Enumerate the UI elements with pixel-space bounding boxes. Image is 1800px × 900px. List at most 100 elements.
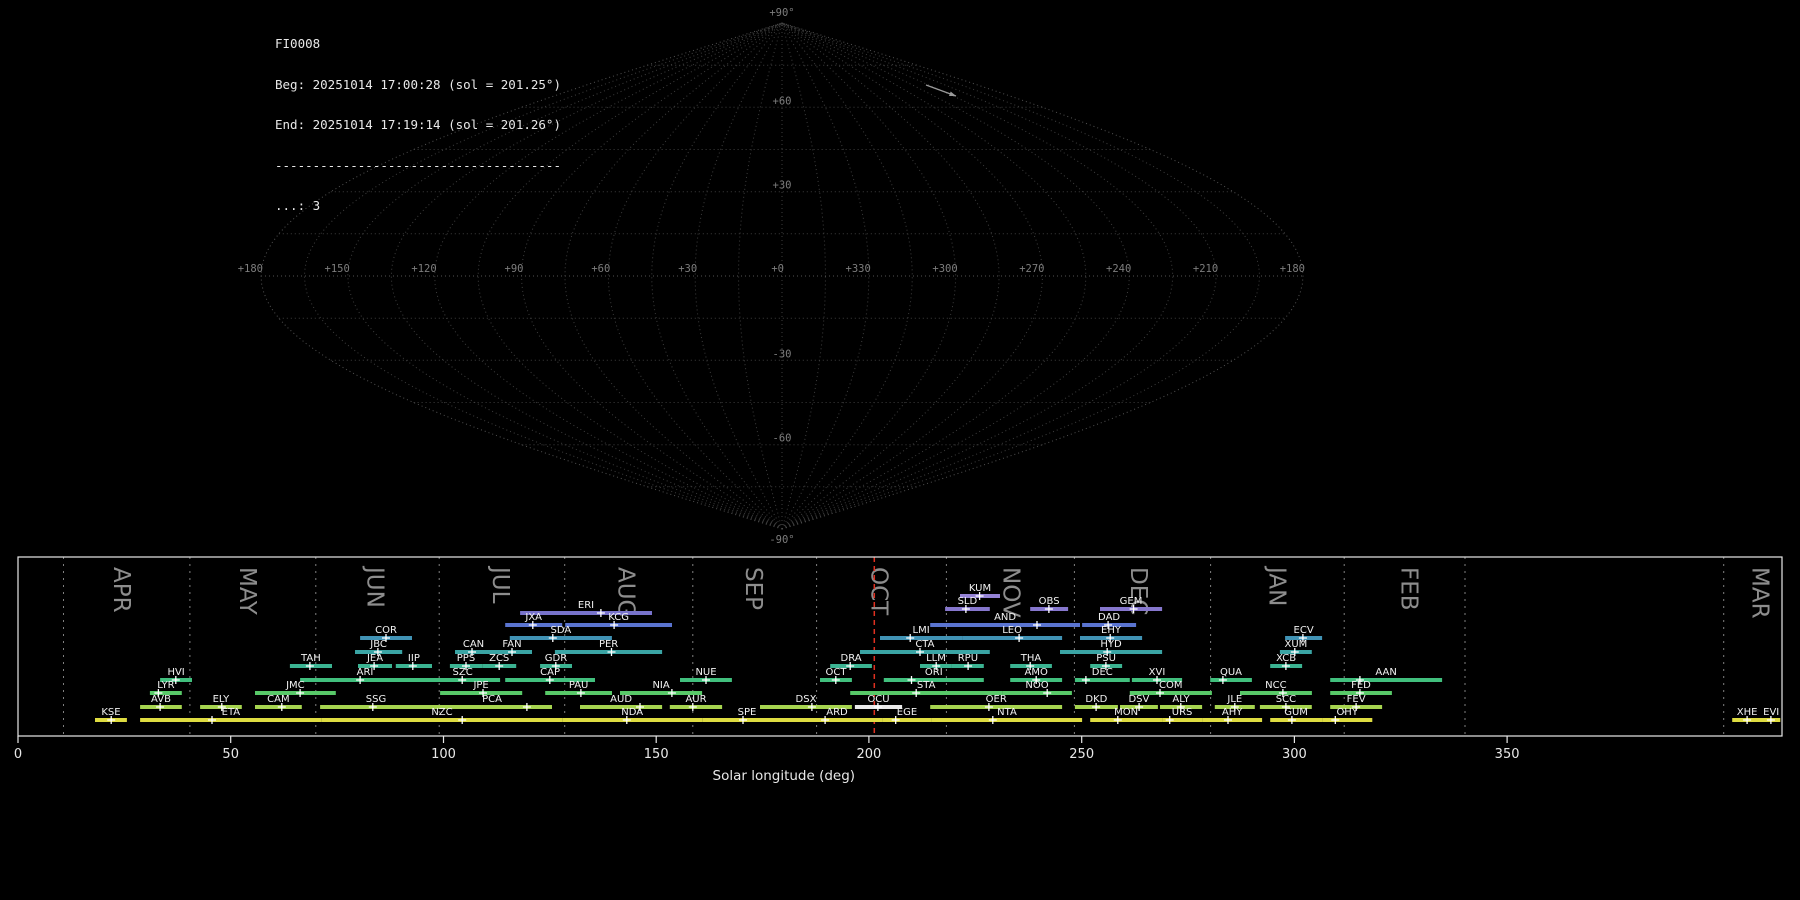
shower-NOO: NOO <box>1002 680 1072 697</box>
shower-code-label: JPE <box>472 680 488 691</box>
shower-code-label: ECV <box>1294 625 1314 636</box>
shower-activity-bar <box>791 718 883 722</box>
shower-code-label: LYR <box>157 680 174 691</box>
shower-code-label: DKD <box>1085 694 1107 705</box>
shower-activity-bar <box>1330 678 1443 682</box>
shower-code-label: LEO <box>1002 625 1022 636</box>
shower-code-label: SZC <box>453 667 473 678</box>
shower-EGE: EGE <box>882 707 932 724</box>
shower-AVB: AVB <box>140 694 182 711</box>
shower-activity-bar <box>962 636 1063 640</box>
shower-code-label: ARD <box>826 707 848 718</box>
shower-activity-bar <box>565 623 672 627</box>
shower-XHE: XHE <box>1732 707 1762 724</box>
shower-activity-bar <box>300 678 430 682</box>
end-time: End: 20251014 17:19:14 (sol = 201.26°) <box>275 117 561 132</box>
shower-code-label: TAH <box>300 653 321 664</box>
shower-code-label: URS <box>1172 707 1193 718</box>
month-label: JAN <box>1263 565 1289 606</box>
shower-code-label: KCG <box>608 612 629 623</box>
month-label: MAY <box>234 567 260 616</box>
shower-code-label: AUR <box>685 694 706 705</box>
shower-code-label: DAD <box>1098 612 1120 623</box>
shower-code-label: XHE <box>1737 707 1758 718</box>
shower-activity-bar <box>882 718 932 722</box>
shower-code-label: JXA <box>524 612 542 623</box>
shower-NUE: NUE <box>680 667 732 684</box>
shower-AAN: AAN <box>1330 667 1443 684</box>
shower-code-label: QUA <box>1220 667 1242 678</box>
shower-RPU: RPU <box>951 653 984 670</box>
separator-line: -------------------------------------- <box>275 157 561 173</box>
shower-code-label: LLM <box>926 653 946 664</box>
shower-code-label: NOO <box>1025 680 1048 691</box>
shower-code-label: SPE <box>738 707 757 718</box>
shower-activity-chart: APR MAY JUN JUL AUG SEP OCT NOV DEC JAN FEB MAR KUM S… <box>14 556 1783 784</box>
month-label: OCT <box>866 567 892 616</box>
shower-code-label: PCA <box>482 694 502 705</box>
shower-SPE: SPE <box>702 707 792 724</box>
shower-code-label: OBS <box>1039 596 1060 607</box>
shower-code-label: SSG <box>366 694 386 705</box>
shower-OCT: OCT <box>820 667 852 684</box>
shower-code-label: AHY <box>1222 707 1243 718</box>
shower-code-label: XUM <box>1284 639 1307 650</box>
shower-code-label: ELY <box>213 694 231 705</box>
shower-activity-bar <box>509 636 612 640</box>
month-label: SEP <box>740 567 766 610</box>
shower-code-label: OCT <box>826 667 848 678</box>
shower-activity-bar <box>1270 718 1323 722</box>
month-gridlines <box>63 557 1725 736</box>
shower-code-label: GDR <box>545 653 567 664</box>
shower-SZC: SZC <box>425 667 501 684</box>
month-label: FEB <box>1395 567 1421 611</box>
month-labels: APR MAY JUN JUL AUG SEP OCT NOV DEC JAN FEB MAR <box>108 565 1772 619</box>
shower-code-label: GEM <box>1120 596 1143 607</box>
shower-PAU: PAU <box>545 680 612 697</box>
shower-GEM: GEM <box>1100 596 1163 613</box>
shower-code-label: CAN <box>463 639 484 650</box>
shower-PER: PER <box>554 639 663 656</box>
shower-code-label: ERI <box>578 600 594 611</box>
shower-code-label: ORI <box>925 667 943 678</box>
shower-activity-bar <box>930 705 1063 709</box>
month-label: MAR <box>1746 567 1772 619</box>
observation-info: FI0008 Beg: 20251014 17:00:28 (sol = 201… <box>275 10 561 240</box>
shower-code-label: COM <box>1159 680 1182 691</box>
shower-QUA: QUA <box>1210 667 1252 684</box>
month-label: AUG <box>612 567 638 617</box>
shower-code-label: KSE <box>101 707 120 718</box>
shower-code-label: PSU <box>1096 653 1116 664</box>
shower-DKD: DKD <box>1074 694 1118 711</box>
shower-GUM: GUM <box>1270 707 1323 724</box>
shower-code-label: AND <box>994 612 1016 623</box>
shower-EVI: EVI <box>1762 707 1781 724</box>
month-label: NOV <box>998 567 1024 618</box>
begin-time: Beg: 20251014 17:00:28 (sol = 201.25°) <box>275 76 561 92</box>
meteor-count: ...: 3 <box>275 198 321 213</box>
shower-code-label: ETA <box>222 707 241 718</box>
shower-OCU: OCU <box>854 694 903 711</box>
shower-LEO: LEO <box>962 625 1063 642</box>
shower-code-label: XVI <box>1149 667 1166 678</box>
shower-code-label: NCC <box>1265 680 1286 691</box>
shower-code-label: SDA <box>551 625 572 636</box>
shower-code-label: SCC <box>1276 694 1296 705</box>
shower-URS: URS <box>1162 707 1203 724</box>
shower-code-label: FEV <box>1347 694 1366 705</box>
month-label: JUN <box>361 565 387 608</box>
shower-activity-bar <box>931 718 1083 722</box>
shower-code-label: EGE <box>897 707 917 718</box>
shower-code-label: JMC <box>285 680 305 691</box>
shower-code-label: RPU <box>958 653 978 664</box>
shower-code-label: FAN <box>502 639 521 650</box>
shower-NDA: NDA <box>562 707 703 724</box>
shower-activity-bar <box>321 718 563 722</box>
shower-code-label: NTA <box>997 707 1017 718</box>
shower-code-label: KUM <box>969 583 991 594</box>
shower-SLD: SLD <box>945 596 990 613</box>
shower-code-label: AAN <box>1375 667 1396 678</box>
shower-code-label: STA <box>917 680 936 691</box>
shower-code-label: DRA <box>841 653 862 664</box>
shower-OBS: OBS <box>1030 596 1069 613</box>
